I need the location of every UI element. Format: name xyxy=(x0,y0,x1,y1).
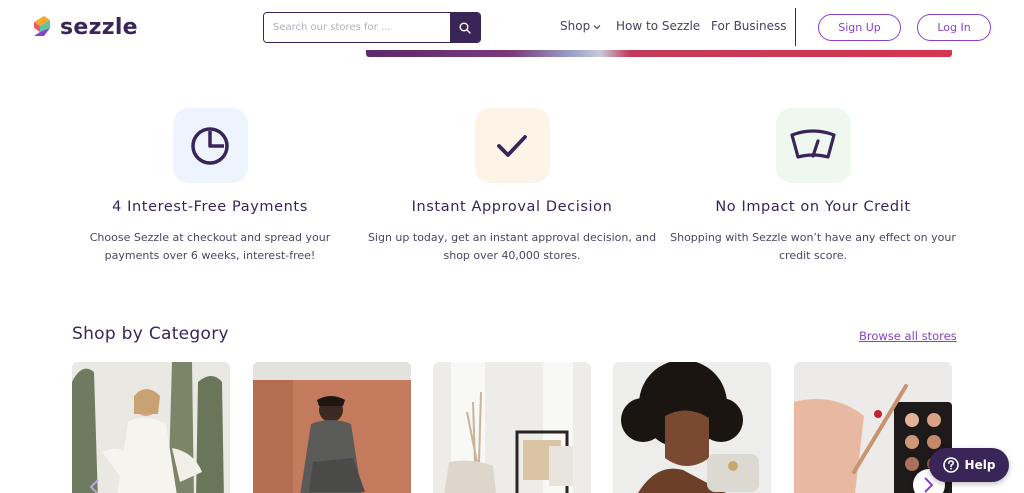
shop-by-category-title: Shop by Category xyxy=(72,324,229,344)
sign-up-button[interactable]: Sign Up xyxy=(818,14,901,41)
search-icon xyxy=(459,22,471,34)
feature-instant-approval: Instant Approval Decision Sign up today,… xyxy=(362,108,662,265)
chevron-left-icon xyxy=(89,479,99,493)
nav-shop-label: Shop xyxy=(560,19,591,33)
feature-icon-box xyxy=(474,108,550,183)
category-card-men-fashion[interactable] xyxy=(253,362,411,493)
feature-title: Instant Approval Decision xyxy=(411,199,613,215)
home-decor-image xyxy=(433,362,591,493)
carousel-prev-button[interactable] xyxy=(82,475,106,493)
checkmark-icon xyxy=(497,134,527,157)
browse-all-stores-link[interactable]: Browse all stores xyxy=(859,329,957,343)
help-button[interactable]: Help xyxy=(929,448,1009,482)
feature-text: Choose Sezzle at checkout and spread you… xyxy=(89,231,331,262)
category-card-accessories[interactable] xyxy=(613,362,771,493)
category-carousel xyxy=(0,362,1024,493)
chevron-right-icon xyxy=(924,477,934,493)
men-fashion-image xyxy=(253,362,411,493)
hero-banner-edge xyxy=(366,50,952,57)
site-header: sezzle Shop How to Sezzle For Business S… xyxy=(0,0,1024,56)
nav-shop[interactable]: Shop xyxy=(560,19,601,33)
nav-how-to-sezzle[interactable]: How to Sezzle xyxy=(616,19,700,33)
feature-icon-box xyxy=(172,108,248,183)
logo-text: sezzle xyxy=(60,14,138,40)
search-button[interactable] xyxy=(450,13,480,42)
question-icon xyxy=(942,457,959,473)
accessories-image xyxy=(613,362,771,493)
feature-text: Shopping with Sezzle won’t have any effe… xyxy=(670,231,956,262)
feature-text: Sign up today, get an instant approval d… xyxy=(367,231,657,262)
sezzle-logo[interactable]: sezzle xyxy=(30,14,138,40)
feature-icon-box xyxy=(775,108,851,183)
credit-gauge-icon xyxy=(790,128,836,159)
sezzle-logo-icon xyxy=(34,16,50,36)
feature-title: 4 Interest-Free Payments xyxy=(112,199,308,215)
feature-title: No Impact on Your Credit xyxy=(715,199,911,215)
store-search xyxy=(263,12,481,43)
feature-no-credit-impact: No Impact on Your Credit Shopping with S… xyxy=(663,108,963,265)
nav-for-business[interactable]: For Business xyxy=(711,19,786,33)
chevron-down-icon xyxy=(593,19,601,33)
category-card-home-decor[interactable] xyxy=(433,362,591,493)
help-label: Help xyxy=(964,458,996,472)
header-divider xyxy=(795,8,796,46)
log-in-button[interactable]: Log In xyxy=(917,14,991,41)
feature-interest-free: 4 Interest-Free Payments Choose Sezzle a… xyxy=(60,108,360,265)
search-input[interactable] xyxy=(264,13,450,42)
category-card-women-fashion[interactable] xyxy=(72,362,230,493)
women-fashion-image xyxy=(72,362,230,493)
pie-chart-icon xyxy=(191,126,229,165)
